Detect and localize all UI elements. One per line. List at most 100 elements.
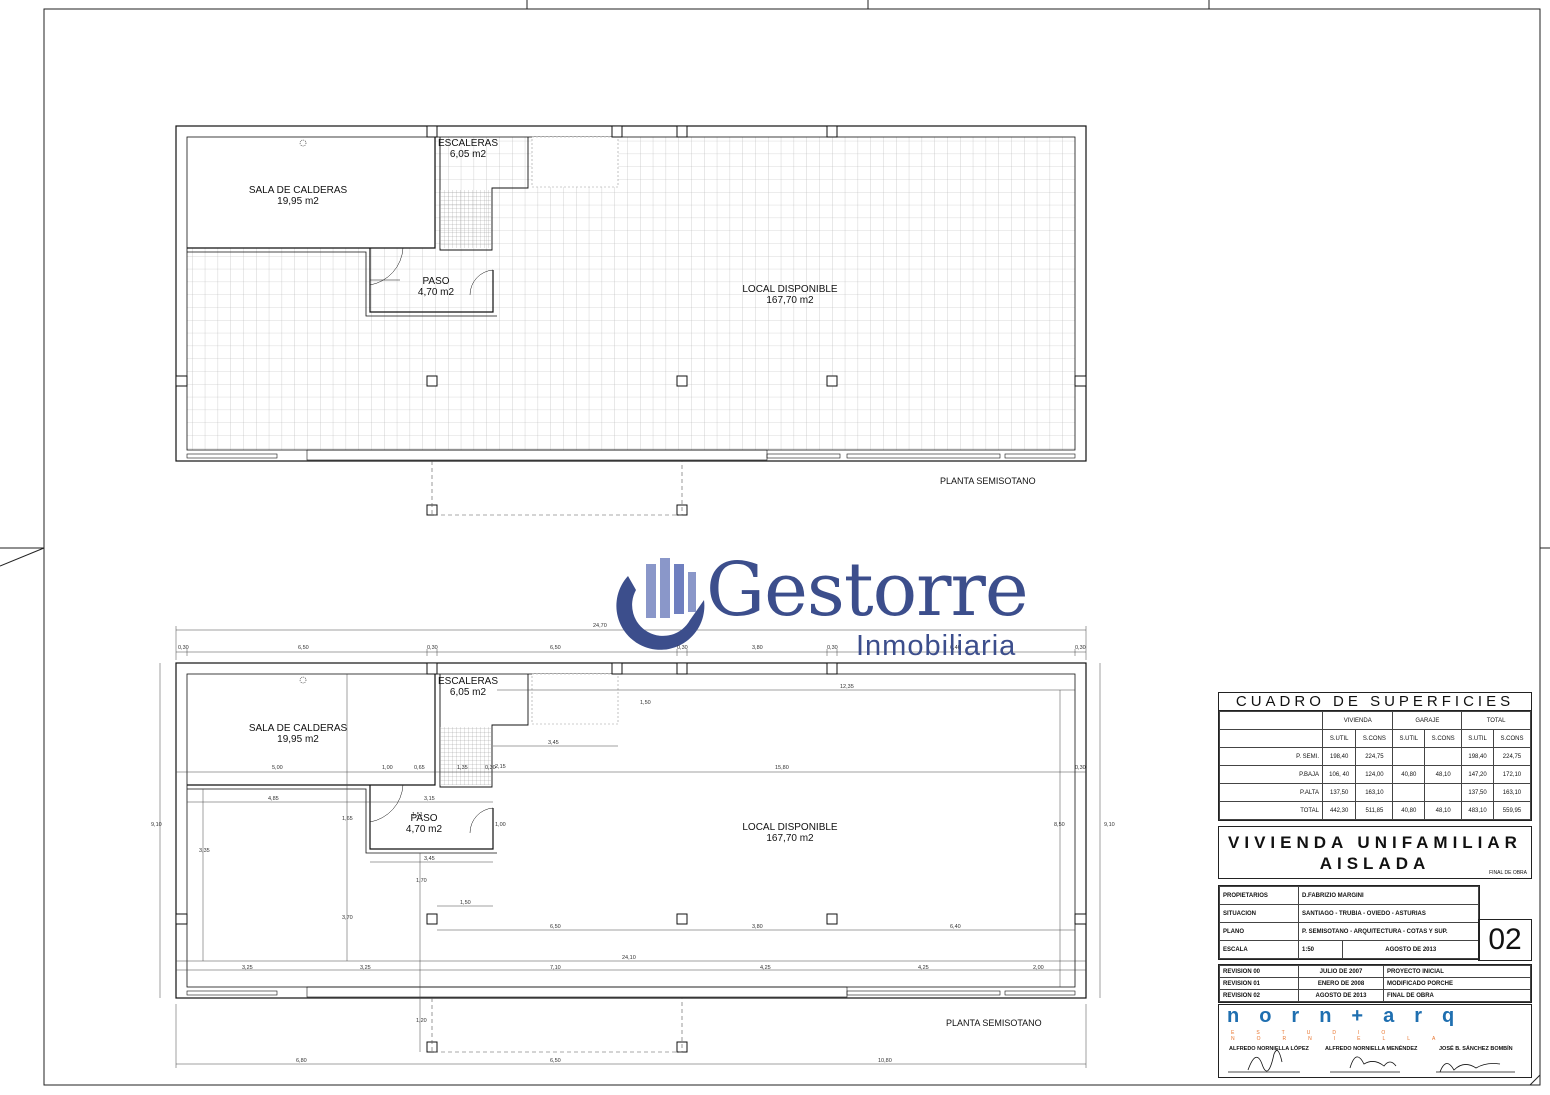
cell: 48,10 (1424, 765, 1463, 784)
dim-text: 7,10 (550, 965, 561, 971)
room-label-paso-bottom: PASO 4,70 m2 (394, 813, 454, 835)
col-header: S.UTIL (1392, 729, 1426, 748)
cell: 163,10 (1492, 783, 1532, 802)
dim-text: 6,50 (550, 645, 561, 651)
info-key: ESCALA (1219, 940, 1299, 959)
dim-text: 4,85 (268, 796, 279, 802)
dim-text: 6,50 (298, 645, 309, 651)
col-header: S.UTIL (1461, 729, 1494, 748)
room-name: PASO (422, 276, 450, 287)
dim-text: 1,20 (416, 1018, 427, 1024)
dim-text: 9,10 (151, 822, 162, 828)
cell: 224,75 (1355, 747, 1394, 766)
cell: 511,85 (1355, 801, 1394, 820)
group-header: TOTAL (1461, 711, 1531, 730)
dim-text: 12,35 (840, 684, 854, 690)
dim-text: 3,35 (199, 848, 210, 854)
info-date: AGOSTO DE 2013 (1342, 940, 1479, 959)
row-label: TOTAL (1219, 801, 1323, 820)
table-row: P. SEMI. 198,40 224,75 198,40 224,75 (1219, 747, 1532, 766)
info-key: SITUACION (1219, 904, 1299, 923)
dim-text: 24,10 (622, 955, 636, 961)
architect-name: ALFREDO NORNIELLA MENÉNDEZ (1325, 1046, 1418, 1052)
dim-text: 5,00 (272, 765, 283, 771)
room-area: 4,70 m2 (405, 824, 443, 835)
dim-text: 1,00 (495, 822, 506, 828)
info-table: PROPIETARIOS D.FABRIZIO MARGINI SITUACION… (1218, 885, 1480, 960)
dim-overall: 24,70 (593, 623, 607, 629)
dim-text: 15,80 (775, 765, 789, 771)
group-header: VIVIENDA (1321, 711, 1394, 730)
cell: 163,10 (1355, 783, 1394, 802)
cell: 147,20 (1461, 765, 1494, 784)
info-value: 1:50 (1297, 940, 1344, 959)
dim-text: 1,51 (412, 812, 423, 818)
info-value: D.FABRIZIO MARGINI (1298, 886, 1479, 905)
rev-desc: MODIFICADO PORCHE (1383, 977, 1531, 990)
dim-text: 0,30 (178, 645, 189, 651)
dim-text: 6,50 (550, 924, 561, 930)
row-label: P. SEMI. (1219, 747, 1323, 766)
dim-text: 0,30 (1075, 765, 1086, 771)
dim-text: 1,50 (460, 900, 471, 906)
info-value: P. SEMISOTANO - ARQUITECTURA - COTAS Y S… (1298, 922, 1479, 941)
rev-date: AGOSTO DE 2013 (1298, 989, 1384, 1002)
room-label-boiler-bottom: SALA DE CALDERAS 19,95 m2 (240, 723, 356, 745)
table-row: TOTAL 442,30 511,85 40,80 48,10 483,10 5… (1219, 801, 1532, 820)
room-label-local-top: LOCAL DISPONIBLE 167,70 m2 (730, 284, 850, 306)
dim-text: 0,30 (827, 645, 838, 651)
dim-text: 3,25 (242, 965, 253, 971)
rev-id: REVISION 02 (1219, 989, 1299, 1002)
cell: 224,75 (1492, 747, 1532, 766)
plan-top-caption: PLANTA SEMISOTANO (940, 476, 1036, 486)
dim-text: 8,50 (1054, 822, 1065, 828)
room-name: ESCALERAS (438, 138, 499, 149)
dim-text: 6,50 (550, 1058, 561, 1064)
plan-bottom (175, 662, 1087, 1053)
room-name: LOCAL DISPONIBLE (742, 822, 838, 833)
info-key: PROPIETARIOS (1219, 886, 1299, 905)
project-subtitle: AISLADA (1319, 854, 1431, 873)
room-name: LOCAL DISPONIBLE (742, 284, 838, 295)
dim-text: 3,80 (752, 645, 763, 651)
architect-name: ALFREDO NORNIELLA LÓPEZ (1229, 1046, 1309, 1052)
room-area: 167,70 m2 (766, 833, 814, 844)
col-header: S.UTIL (1321, 729, 1357, 748)
project-title-block: VIVIENDA UNIFAMILIAR AISLADA FINAL DE OB… (1218, 826, 1532, 879)
dim-text: 10,80 (878, 1058, 892, 1064)
row-label: P.ALTA (1219, 783, 1323, 802)
rev-date: ENERO DE 2008 (1298, 977, 1384, 990)
rev-date: JULIO DE 2007 (1298, 965, 1384, 978)
room-label-stairs-top: ESCALERAS 6,05 m2 (438, 138, 498, 160)
cell: 442,30 (1321, 801, 1357, 820)
room-name: SALA DE CALDERAS (248, 723, 348, 734)
cell: 137,50 (1461, 783, 1494, 802)
rev-id: REVISION 00 (1219, 965, 1299, 978)
cell: 40,80 (1392, 765, 1426, 784)
cell: 48,10 (1424, 801, 1463, 820)
table-row: P.BAJA 106, 40 124,00 40,80 48,10 147,20… (1219, 765, 1532, 784)
room-area: 19,95 m2 (277, 734, 319, 745)
dim-text: 9,10 (1104, 822, 1115, 828)
dim-text: 3,25 (360, 965, 371, 971)
cell (1392, 747, 1426, 766)
revisions-table: REVISION 00 JULIO DE 2007 PROYECTO INICIAL… (1218, 964, 1532, 1003)
rev-desc: PROYECTO INICIAL (1383, 965, 1531, 978)
rev-id: REVISION 01 (1219, 977, 1299, 990)
dim-text: 0,30 (677, 645, 688, 651)
dim-text: 4,25 (918, 965, 929, 971)
firm-subtitle: ESTUDIO NORNIELLA (1231, 1030, 1458, 1042)
col-header: S.CONS (1424, 729, 1463, 748)
room-label-stairs-bottom: ESCALERAS 6,05 m2 (438, 676, 498, 698)
project-stage: FINAL DE OBRA (1489, 870, 1527, 876)
cell: 106, 40 (1321, 765, 1357, 784)
cell: 198,40 (1321, 747, 1357, 766)
sheet-number: 02 (1478, 919, 1532, 961)
room-area: 19,95 m2 (277, 196, 319, 207)
cell (1424, 783, 1463, 802)
dim-text: 3,70 (342, 915, 353, 921)
dim-text: 6,40 (950, 924, 961, 930)
room-label-paso-top: PASO 4,70 m2 (406, 276, 466, 298)
group-header: GARAJE (1392, 711, 1463, 730)
room-area: 167,70 m2 (766, 295, 814, 306)
